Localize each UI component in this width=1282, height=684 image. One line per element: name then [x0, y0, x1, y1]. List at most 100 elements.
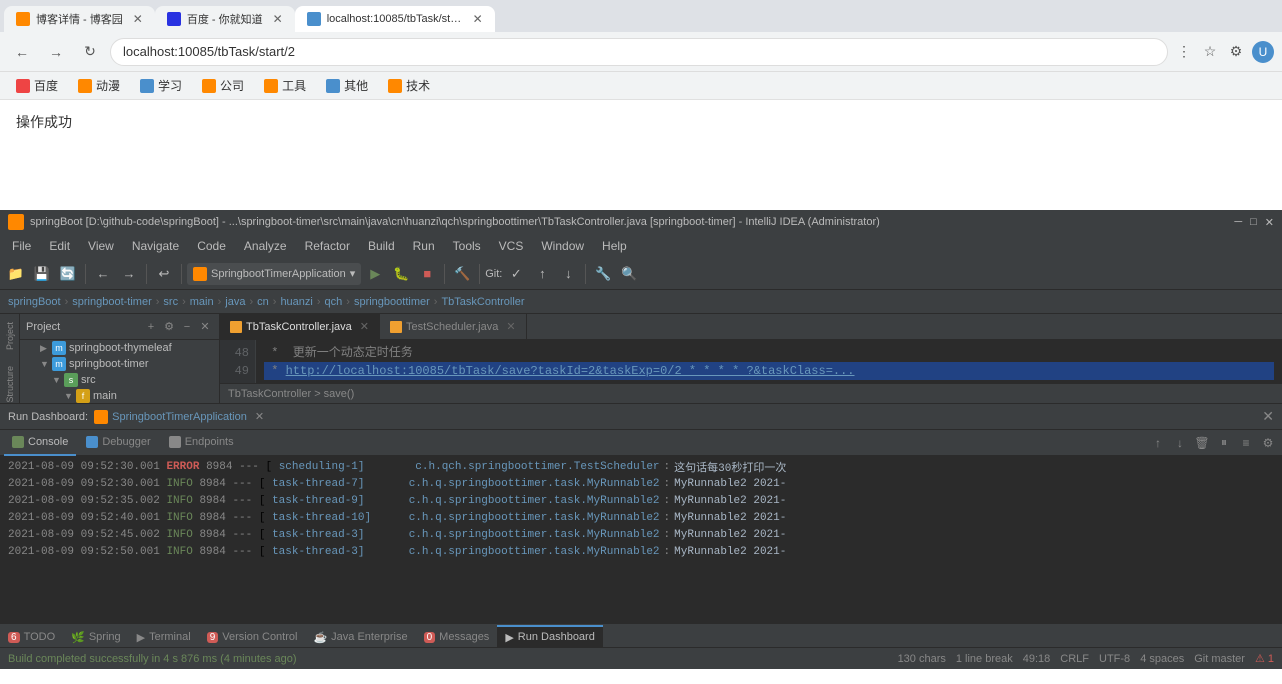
- run-filter[interactable]: ≡: [1236, 433, 1256, 453]
- run-pause[interactable]: ⏸: [1214, 433, 1234, 453]
- toolbar-save-btn[interactable]: 💾: [30, 262, 54, 286]
- tree-item-main[interactable]: ▼ f main: [20, 388, 219, 403]
- editor-tab-tbtaskcontroller[interactable]: TbTaskController.java ✕: [220, 314, 380, 339]
- menu-file[interactable]: File: [4, 237, 39, 255]
- tab-1[interactable]: 博客详情 - 博客园 ✕: [4, 6, 155, 32]
- menu-tools[interactable]: Tools: [445, 237, 489, 255]
- run-tab-console[interactable]: Console: [4, 430, 76, 456]
- bc-java[interactable]: java: [225, 296, 245, 308]
- toolbar-refresh-btn[interactable]: 🔄: [56, 262, 80, 286]
- bookmark-study[interactable]: 学习: [132, 75, 190, 96]
- run-app-close[interactable]: ✕: [255, 410, 264, 423]
- settings-icon[interactable]: ⚙: [1226, 42, 1246, 62]
- run-tab-endpoints[interactable]: Endpoints: [161, 430, 242, 456]
- bt-tab-spring[interactable]: 🌿 Spring: [63, 625, 129, 647]
- close-button[interactable]: ✕: [1265, 216, 1274, 229]
- toolbar-stop-btn[interactable]: ■: [415, 262, 439, 286]
- bc-springboot-timer[interactable]: springboot-timer: [72, 296, 151, 308]
- tab-icon-tbtask: [230, 321, 242, 333]
- toolbar-revert-btn[interactable]: ↩: [152, 262, 176, 286]
- menu-refactor[interactable]: Refactor: [297, 237, 358, 255]
- reload-button[interactable]: ↻: [76, 38, 104, 66]
- toolbar-folder-btn[interactable]: 📁: [4, 262, 28, 286]
- bookmark-other[interactable]: 其他: [318, 75, 376, 96]
- bookmark-baidu[interactable]: 百度: [8, 75, 66, 96]
- toolbar-commit-btn[interactable]: ✓: [504, 262, 528, 286]
- bc-main[interactable]: main: [190, 296, 214, 308]
- run-tab-debugger[interactable]: Debugger: [78, 430, 158, 456]
- tree-item-springboot-thymeleaf[interactable]: ▶ m springboot-thymeleaf: [20, 340, 219, 356]
- minimize-button[interactable]: ─: [1234, 216, 1242, 229]
- run-config-dropdown[interactable]: SpringbootTimerApplication ▾: [187, 263, 361, 285]
- terminal-label: Terminal: [149, 631, 191, 643]
- menu-vcs[interactable]: VCS: [491, 237, 532, 255]
- bc-qch[interactable]: qch: [325, 296, 343, 308]
- panel-add-btn[interactable]: +: [143, 319, 159, 335]
- editor-tab-testscheduler[interactable]: TestScheduler.java ✕: [380, 314, 527, 339]
- bt-tab-java-enterprise[interactable]: ☕ Java Enterprise: [305, 625, 415, 647]
- panel-hide-btn[interactable]: ✕: [197, 319, 213, 335]
- menu-view[interactable]: View: [80, 237, 122, 255]
- toolbar-back-btn[interactable]: ←: [91, 262, 115, 286]
- toolbar-run-btn[interactable]: ▶: [363, 262, 387, 286]
- bt-tab-vcs[interactable]: 9 Version Control: [199, 625, 306, 647]
- back-button[interactable]: ←: [8, 38, 36, 66]
- bc-springboot[interactable]: springBoot: [8, 296, 61, 308]
- toolbar-debug-btn[interactable]: 🐛: [389, 262, 413, 286]
- bc-huanzi[interactable]: huanzi: [280, 296, 312, 308]
- bc-src[interactable]: src: [163, 296, 178, 308]
- menu-build[interactable]: Build: [360, 237, 403, 255]
- line-num-48: 48: [226, 344, 249, 362]
- menu-edit[interactable]: Edit: [41, 237, 78, 255]
- menu-help[interactable]: Help: [594, 237, 635, 255]
- forward-button[interactable]: →: [42, 38, 70, 66]
- menu-code[interactable]: Code: [189, 237, 234, 255]
- tab-1-close[interactable]: ✕: [133, 12, 143, 26]
- tab-2-close[interactable]: ✕: [273, 12, 283, 26]
- bc-tbtaskcontroller[interactable]: TbTaskController: [441, 296, 524, 308]
- run-scroll-bottom[interactable]: ↓: [1170, 433, 1190, 453]
- tree-item-src[interactable]: ▼ s src: [20, 372, 219, 388]
- menu-analyze[interactable]: Analyze: [236, 237, 295, 255]
- structure-tool-btn[interactable]: Structure: [5, 362, 15, 403]
- run-settings[interactable]: ⚙: [1258, 433, 1278, 453]
- extensions-icon[interactable]: ⋮: [1174, 42, 1194, 62]
- toolbar-settings-btn[interactable]: 🔧: [591, 262, 615, 286]
- run-panel-close-btn[interactable]: ✕: [1262, 408, 1274, 425]
- address-bar[interactable]: localhost:10085/tbTask/start/2: [110, 38, 1168, 66]
- toolbar-build-btn[interactable]: 🔨: [450, 262, 474, 286]
- bookmark-anime[interactable]: 动漫: [70, 75, 128, 96]
- bookmark-tech[interactable]: 技术: [380, 75, 438, 96]
- bc-springboottimer[interactable]: springboottimer: [354, 296, 430, 308]
- tab-close-tbtask[interactable]: ✕: [360, 320, 369, 333]
- toolbar-search-btn[interactable]: 🔍: [617, 262, 641, 286]
- run-scroll-top[interactable]: ↑: [1148, 433, 1168, 453]
- menu-run[interactable]: Run: [405, 237, 443, 255]
- bc-cn[interactable]: cn: [257, 296, 269, 308]
- panel-settings-btn[interactable]: ⚙: [161, 319, 177, 335]
- toolbar-fwd-btn[interactable]: →: [117, 262, 141, 286]
- log-date-4: 2021-08-09 09:52:40.001: [8, 512, 160, 524]
- bt-tab-run-dashboard[interactable]: ▶ Run Dashboard: [497, 625, 603, 647]
- menu-window[interactable]: Window: [533, 237, 592, 255]
- tab-close-testscheduler[interactable]: ✕: [506, 320, 515, 333]
- bt-tab-messages[interactable]: 0 Messages: [416, 625, 498, 647]
- bt-tab-todo[interactable]: 6 TODO: [0, 625, 63, 647]
- panel-collapse-btn[interactable]: −: [179, 319, 195, 335]
- tab-2[interactable]: 百度 - 你就知道 ✕: [155, 6, 295, 32]
- menu-navigate[interactable]: Navigate: [124, 237, 187, 255]
- tab-3-close[interactable]: ✕: [473, 12, 483, 26]
- bookmark-tools[interactable]: 工具: [256, 75, 314, 96]
- bt-tab-terminal[interactable]: ▶ Terminal: [129, 625, 199, 647]
- bookmark-icon[interactable]: ☆: [1200, 42, 1220, 62]
- profile-icon[interactable]: U: [1252, 41, 1274, 63]
- code-content[interactable]: * 更新一个动态定时任务 * http://localhost:10085/tb…: [256, 340, 1282, 383]
- tab-3[interactable]: localhost:10085/tbTask/start/2 ✕: [295, 6, 495, 32]
- run-clear[interactable]: 🗑: [1192, 433, 1212, 453]
- tree-item-springboot-timer[interactable]: ▼ m springboot-timer: [20, 356, 219, 372]
- maximize-button[interactable]: □: [1250, 216, 1257, 229]
- project-tool-btn[interactable]: Project: [5, 318, 15, 354]
- bookmark-company[interactable]: 公司: [194, 75, 252, 96]
- toolbar-push-btn[interactable]: ↑: [530, 262, 554, 286]
- toolbar-pull-btn[interactable]: ↓: [556, 262, 580, 286]
